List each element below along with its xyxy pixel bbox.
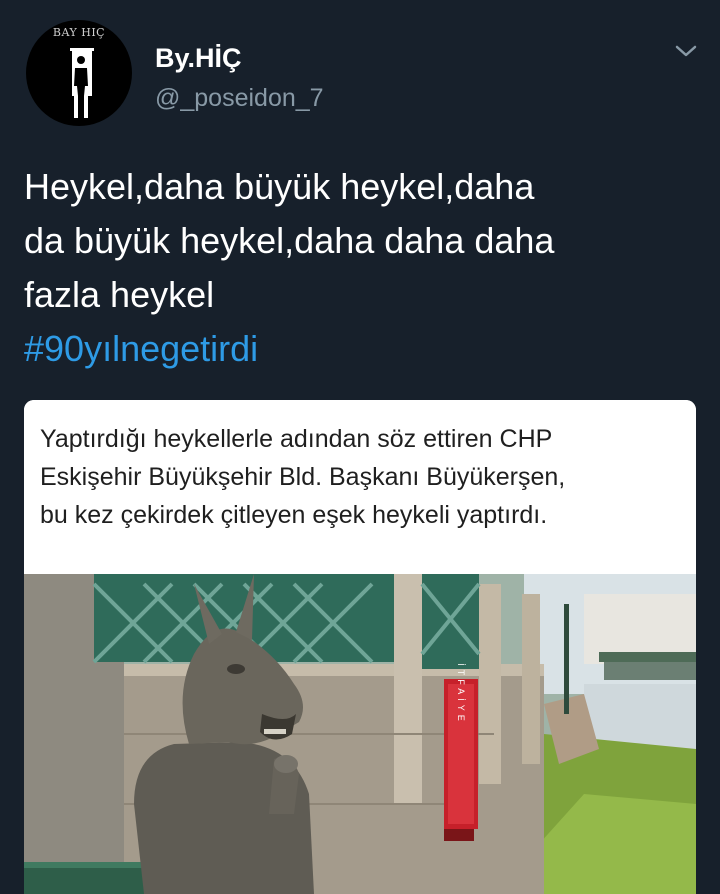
tweet-text-line: da büyük heykel,daha daha daha (24, 220, 555, 261)
avatar[interactable]: BAY HIÇ (26, 20, 132, 126)
chevron-down-icon[interactable] (672, 40, 700, 62)
tweet-text-line: Heykel,daha büyük heykel,daha (24, 166, 535, 207)
news-caption: Yaptırdığı heykellerle adından söz ettir… (24, 400, 696, 574)
user-handle[interactable]: @_poseidon_7 (155, 84, 324, 113)
caption-line: Yaptırdığı heykellerle adından söz ettir… (40, 425, 553, 453)
silhouette-icon (70, 48, 94, 118)
donkey-statue-photo: İTFAİYE (24, 574, 696, 894)
tweet-text-line: fazla heykel (24, 274, 215, 315)
display-name[interactable]: By.HİÇ (155, 43, 242, 74)
caption-line: Eskişehir Büyükşehir Bld. Başkanı Büyüke… (40, 463, 566, 491)
caption-line: bu kez çekirdek çitleyen eşek heykeli ya… (40, 501, 548, 529)
news-caption-text: Yaptırdığı heykellerle adından söz ettir… (40, 420, 690, 534)
tweet-media[interactable]: Yaptırdığı heykellerle adından söz ettir… (24, 400, 696, 894)
fire-cabinet-text: İTFAİYE (456, 663, 466, 725)
tweet-text: Heykel,daha büyük heykel,daha da büyük h… (24, 160, 704, 376)
tweet-card: BAY HIÇ By.HİÇ @_poseidon_7 Heykel,daha … (0, 0, 720, 894)
hashtag-link[interactable]: #90yılnegetirdi (24, 322, 704, 376)
